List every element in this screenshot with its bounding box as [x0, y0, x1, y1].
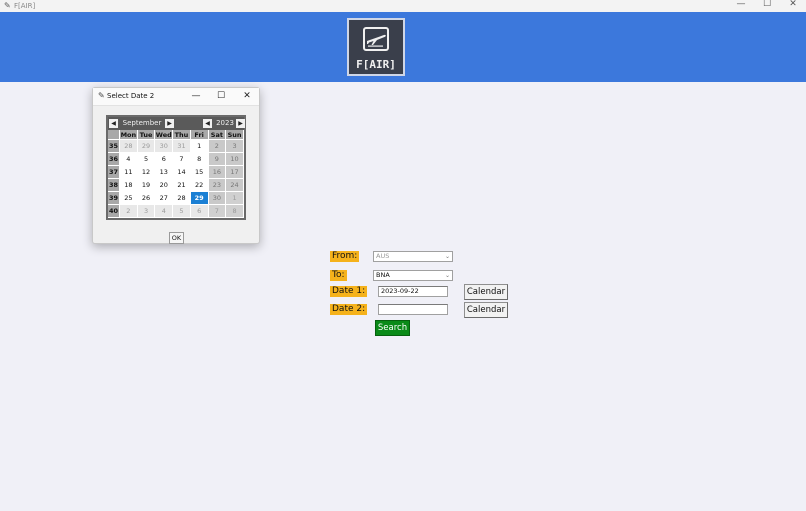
- calendar-day[interactable]: 30: [208, 192, 227, 205]
- from-label: From:: [330, 251, 360, 262]
- prev-year-button[interactable]: ◀: [203, 119, 212, 128]
- next-year-button[interactable]: ▶: [236, 119, 245, 128]
- dialog-title: Select Date 2: [107, 92, 155, 100]
- weekday-header: Sat: [208, 130, 227, 140]
- app-logo: F[AIR]: [347, 18, 405, 76]
- calendar-day[interactable]: 26: [137, 192, 156, 205]
- week-number: 37: [108, 166, 120, 179]
- logo-brand: F[AIR]: [356, 58, 396, 71]
- week-number: 40: [108, 205, 120, 218]
- feather-icon: ✎: [98, 91, 105, 100]
- calendar-day[interactable]: 1: [190, 140, 209, 153]
- calendar-day[interactable]: 4: [120, 153, 138, 166]
- date2-label: Date 2:: [330, 304, 368, 315]
- week-number: 36: [108, 153, 120, 166]
- chevron-down-icon: ⌄: [444, 272, 450, 279]
- calendar-day[interactable]: 4: [155, 205, 174, 218]
- calendar-header: ◀ September ▶ ◀ 2023 ▶: [108, 117, 245, 130]
- calendar-day[interactable]: 31: [173, 140, 191, 153]
- window-title: F[AIR]: [14, 2, 36, 10]
- calendar-grid: Mon Tue Wed Thu Fri Sat Sun 35 28 29 30 31 1 2 3 36 4 5 6 7…: [108, 130, 244, 218]
- calendar-day[interactable]: 28: [120, 140, 138, 153]
- minimize-button[interactable]: —: [733, 0, 749, 10]
- calendar-day[interactable]: 9: [208, 153, 227, 166]
- calendar-day[interactable]: 12: [137, 166, 156, 179]
- calendar: ◀ September ▶ ◀ 2023 ▶ Mon Tue Wed Thu Fri Sa…: [106, 115, 246, 220]
- weekday-header: Tue: [137, 130, 156, 140]
- date1-field[interactable]: 2023-09-22: [378, 286, 448, 297]
- dialog-close-button[interactable]: ✕: [240, 90, 254, 102]
- calendar-day-selected[interactable]: 29: [190, 192, 209, 205]
- date1-calendar-button[interactable]: Calendar: [464, 284, 508, 300]
- week-number: 38: [108, 179, 120, 192]
- calendar-day[interactable]: 6: [155, 153, 174, 166]
- dialog-titlebar: ✎ Select Date 2 — ☐ ✕: [93, 88, 259, 106]
- calendar-day[interactable]: 17: [226, 166, 244, 179]
- calendar-day[interactable]: 6: [190, 205, 209, 218]
- to-label: To:: [330, 270, 347, 281]
- chevron-down-icon: ⌄: [444, 253, 450, 260]
- calendar-day[interactable]: 8: [190, 153, 209, 166]
- to-select[interactable]: BNA ⌄: [373, 270, 453, 281]
- weekday-header: Sun: [226, 130, 244, 140]
- next-month-button[interactable]: ▶: [165, 119, 174, 128]
- weekday-header: Wed: [155, 130, 174, 140]
- calendar-day[interactable]: 3: [226, 140, 244, 153]
- maximize-button[interactable]: ☐: [759, 0, 775, 10]
- calendar-day[interactable]: 23: [208, 179, 227, 192]
- calendar-day[interactable]: 27: [155, 192, 174, 205]
- window-titlebar: ✎ F[AIR] — ☐ ✕: [0, 0, 806, 12]
- calendar-day[interactable]: 28: [173, 192, 191, 205]
- calendar-month: September: [122, 119, 162, 127]
- search-button[interactable]: Search: [375, 320, 410, 336]
- calendar-day[interactable]: 5: [173, 205, 191, 218]
- calendar-day[interactable]: 2: [208, 140, 227, 153]
- from-select-value: AUS: [376, 252, 390, 260]
- calendar-day[interactable]: 29: [137, 140, 156, 153]
- date2-calendar-button[interactable]: Calendar: [464, 302, 508, 318]
- calendar-corner: [108, 130, 120, 140]
- feather-icon: ✎: [4, 1, 11, 10]
- close-button[interactable]: ✕: [785, 0, 801, 10]
- week-number: 35: [108, 140, 120, 153]
- to-select-value: BNA: [376, 271, 390, 279]
- calendar-day[interactable]: 2: [120, 205, 138, 218]
- calendar-day[interactable]: 14: [173, 166, 191, 179]
- date1-label: Date 1:: [330, 286, 368, 297]
- calendar-day[interactable]: 24: [226, 179, 244, 192]
- calendar-day[interactable]: 7: [173, 153, 191, 166]
- ok-button[interactable]: OK: [169, 232, 184, 244]
- dialog-maximize-button[interactable]: ☐: [214, 90, 228, 102]
- calendar-day[interactable]: 11: [120, 166, 138, 179]
- calendar-day[interactable]: 19: [137, 179, 156, 192]
- calendar-day[interactable]: 7: [208, 205, 227, 218]
- select-date-dialog: ✎ Select Date 2 — ☐ ✕ ◀ September ▶ ◀ 20…: [92, 87, 260, 244]
- weekday-header: Thu: [173, 130, 191, 140]
- date2-field[interactable]: [378, 304, 448, 315]
- airplane-icon: [367, 34, 386, 47]
- calendar-day[interactable]: 13: [155, 166, 174, 179]
- calendar-day[interactable]: 18: [120, 179, 138, 192]
- prev-month-button[interactable]: ◀: [109, 119, 118, 128]
- calendar-day[interactable]: 10: [226, 153, 244, 166]
- calendar-day[interactable]: 25: [120, 192, 138, 205]
- calendar-day[interactable]: 16: [208, 166, 227, 179]
- week-number: 39: [108, 192, 120, 205]
- calendar-day[interactable]: 8: [226, 205, 244, 218]
- calendar-year: 2023: [216, 119, 234, 127]
- calendar-day[interactable]: 3: [137, 205, 156, 218]
- calendar-day[interactable]: 20: [155, 179, 174, 192]
- from-select[interactable]: AUS ⌄: [373, 251, 453, 262]
- calendar-day[interactable]: 1: [226, 192, 244, 205]
- weekday-header: Fri: [190, 130, 209, 140]
- calendar-day[interactable]: 5: [137, 153, 156, 166]
- calendar-day[interactable]: 30: [155, 140, 174, 153]
- calendar-day[interactable]: 21: [173, 179, 191, 192]
- calendar-day[interactable]: 22: [190, 179, 209, 192]
- dialog-minimize-button[interactable]: —: [189, 90, 203, 102]
- calendar-day[interactable]: 15: [190, 166, 209, 179]
- weekday-header: Mon: [120, 130, 138, 140]
